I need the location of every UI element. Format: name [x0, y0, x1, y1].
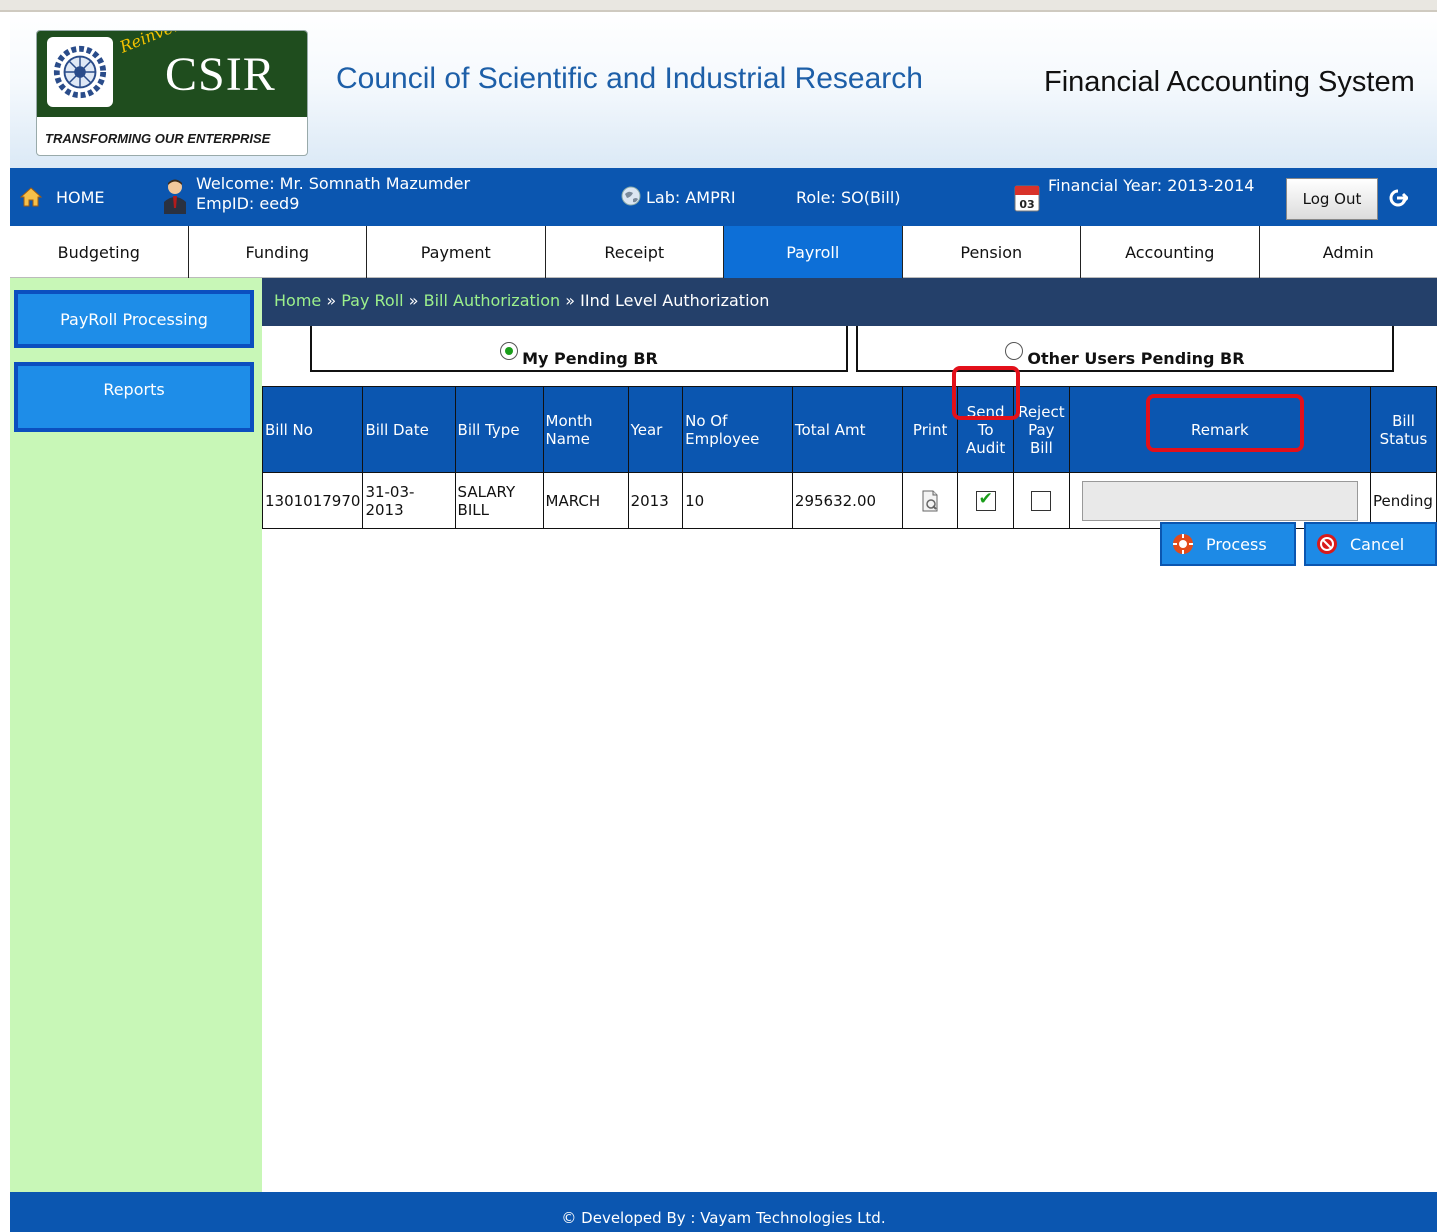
tab-payment[interactable]: Payment	[367, 226, 546, 278]
tab-receipt[interactable]: Receipt	[546, 226, 724, 278]
tab-funding[interactable]: Funding	[189, 226, 367, 278]
org-title: Council of Scientific and Industrial Res…	[336, 62, 923, 95]
cell-bill-type: SALARY BILL	[454, 472, 544, 529]
breadcrumb: Home » Pay Roll » Bill Authorization » I…	[262, 278, 1437, 326]
print-icon[interactable]	[920, 490, 940, 512]
breadcrumb-bill-authorization[interactable]: Bill Authorization	[424, 291, 561, 310]
user-icon	[164, 179, 186, 214]
logo-green-panel: Reinventing CSIR	[37, 31, 307, 117]
col-bill-type: Bill Type	[454, 386, 544, 473]
col-year: Year	[627, 386, 684, 473]
logout-arrow-icon[interactable]	[1388, 188, 1408, 208]
remark-input[interactable]	[1081, 480, 1358, 521]
cell-reject-pay-bill	[1012, 472, 1070, 529]
role-label: Role: SO(Bill)	[796, 188, 901, 207]
financial-year: Financial Year: 2013-2014	[1048, 176, 1255, 195]
app-frame: Reinventing CSIR TRANSFORMING OUR ENTERP…	[10, 12, 1437, 1232]
cell-print	[901, 472, 959, 529]
cell-year: 2013	[627, 472, 684, 529]
sidebar-item-payroll-processing[interactable]: PayRoll Processing	[14, 290, 254, 348]
cell-bill-date: 31-03-2013	[362, 472, 456, 529]
footer: © Developed By : Vayam Technologies Ltd.	[10, 1192, 1437, 1232]
emp-id: EmpID: eed9	[196, 194, 300, 213]
my-pending-label: My Pending BR	[522, 349, 658, 368]
globe-icon	[621, 186, 641, 206]
cell-remark	[1068, 472, 1371, 529]
sidebar-item-reports[interactable]: Reports	[14, 362, 254, 432]
window-top-strip	[0, 0, 1437, 12]
main-nav: Budgeting Funding Payment Receipt Payrol…	[10, 226, 1437, 278]
tab-pension[interactable]: Pension	[903, 226, 1081, 278]
welcome-name: Welcome: Mr. Somnath Mazumder	[196, 174, 471, 193]
process-icon	[1173, 534, 1193, 554]
calendar-day: 03	[1019, 198, 1034, 211]
col-bill-status: Bill Status	[1369, 386, 1437, 473]
breadcrumb-sep: »	[565, 291, 576, 310]
other-pending-radio[interactable]	[1005, 342, 1024, 360]
breadcrumb-current: IInd Level Authorization	[580, 291, 770, 310]
tab-payroll[interactable]: Payroll	[724, 226, 903, 278]
col-reject-pay-bill: Reject Pay Bill	[1012, 386, 1070, 473]
cancel-icon	[1317, 534, 1337, 554]
breadcrumb-sep: »	[326, 291, 337, 310]
cell-no-of-employee: 10	[682, 472, 793, 529]
reject-pay-bill-checkbox[interactable]	[1031, 490, 1052, 511]
logout-button[interactable]: Log Out	[1286, 178, 1378, 220]
my-pending-br-option[interactable]: My Pending BR	[310, 326, 848, 372]
lab-label: Lab: AMPRI	[646, 188, 736, 207]
breadcrumb-home[interactable]: Home	[274, 291, 321, 310]
cell-total-amt: 295632.00	[791, 472, 903, 529]
col-bill-no: Bill No	[261, 386, 364, 473]
system-title: Financial Accounting System	[1044, 66, 1415, 98]
col-total-amt: Total Amt	[791, 386, 903, 473]
cell-send-to-audit	[957, 472, 1014, 529]
send-to-audit-checkbox[interactable]	[975, 490, 996, 511]
home-link[interactable]: HOME	[56, 188, 105, 207]
cancel-label: Cancel	[1350, 534, 1405, 554]
tab-budgeting[interactable]: Budgeting	[10, 226, 189, 278]
user-bar: HOME Welcome: Mr. Somnath Mazumder EmpID…	[10, 168, 1437, 226]
col-print: Print	[901, 386, 959, 473]
logo-text: CSIR	[165, 48, 276, 101]
cell-bill-status: Pending	[1369, 472, 1437, 529]
my-pending-radio[interactable]	[500, 342, 519, 360]
csir-logo[interactable]: Reinventing CSIR TRANSFORMING OUR ENTERP…	[36, 30, 308, 156]
cell-month-name: MARCH	[542, 472, 629, 529]
cancel-button[interactable]: Cancel	[1304, 522, 1437, 566]
welcome-text: Welcome: Mr. Somnath Mazumder EmpID: eed…	[196, 174, 470, 214]
breadcrumb-sep: »	[408, 291, 419, 310]
other-users-pending-br-option[interactable]: Other Users Pending BR	[856, 326, 1394, 372]
process-button[interactable]: Process	[1160, 522, 1296, 566]
tab-admin[interactable]: Admin	[1260, 226, 1437, 278]
home-icon[interactable]	[20, 186, 42, 208]
sidebar: PayRoll Processing Reports	[10, 278, 262, 1192]
other-pending-label: Other Users Pending BR	[1027, 349, 1245, 368]
col-month-name: Month Name	[542, 386, 629, 473]
logo-tagline: TRANSFORMING OUR ENTERPRISE	[45, 131, 271, 146]
process-label: Process	[1206, 534, 1267, 554]
cell-bill-no: 1301017970	[261, 472, 364, 529]
breadcrumb-payroll[interactable]: Pay Roll	[341, 291, 403, 310]
calendar-icon: 03	[1014, 185, 1040, 212]
page-header: Reinventing CSIR TRANSFORMING OUR ENTERP…	[10, 12, 1437, 168]
tab-accounting[interactable]: Accounting	[1081, 226, 1260, 278]
col-no-of-employee: No Of Employee	[682, 386, 793, 473]
csir-gear-icon	[47, 37, 113, 107]
table-row: 1301017970 31-03-2013 SALARY BILL MARCH …	[261, 472, 1437, 529]
col-bill-date: Bill Date	[362, 386, 456, 473]
highlight-send-to-audit	[952, 366, 1020, 420]
highlight-remark	[1146, 394, 1304, 452]
